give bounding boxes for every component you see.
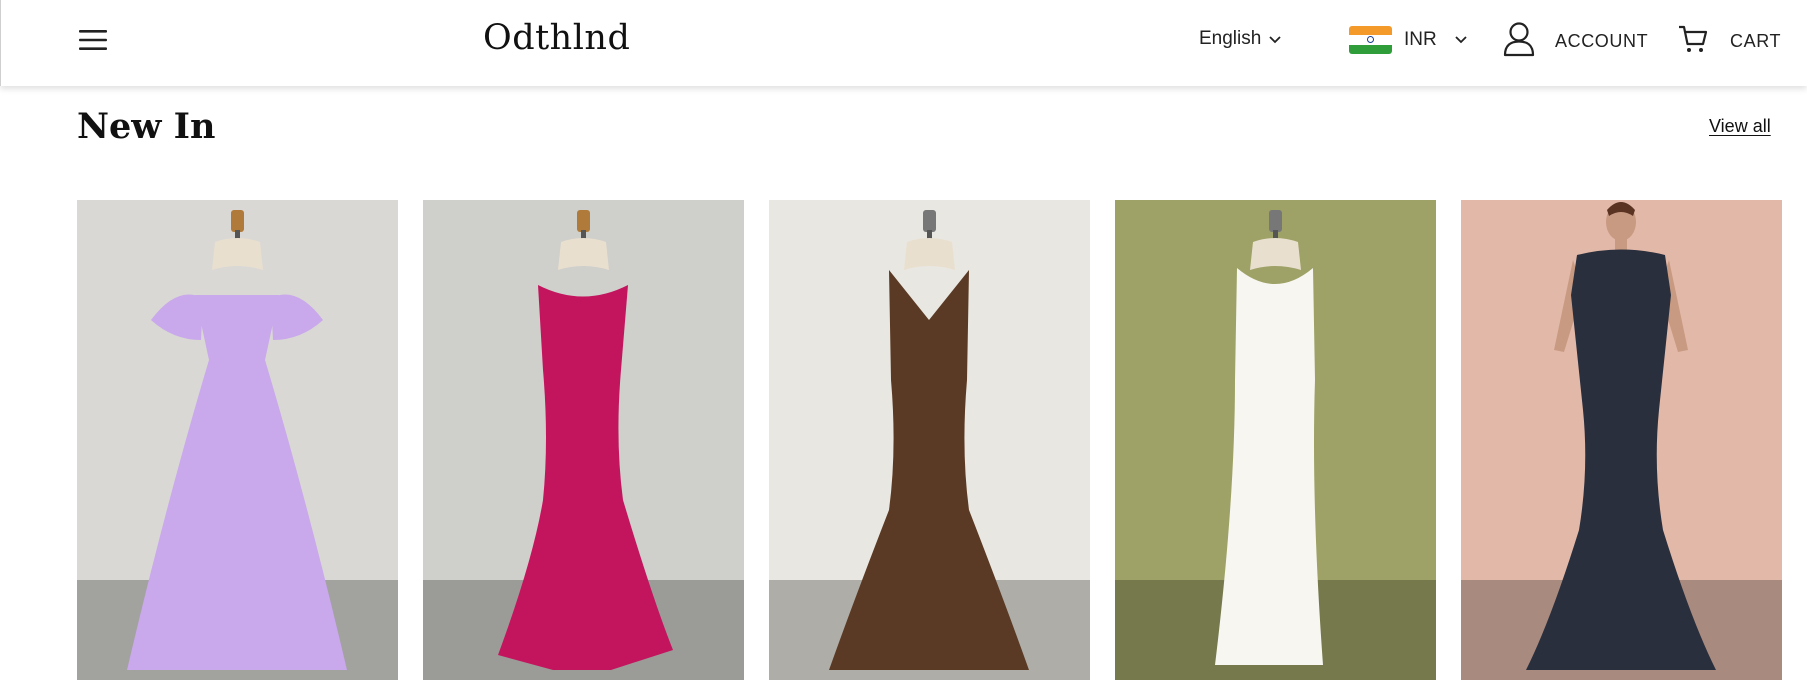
language-selector[interactable]: English <box>1199 28 1281 50</box>
dress-image <box>1115 200 1436 680</box>
dress-image <box>423 200 744 680</box>
cart-icon <box>1678 24 1708 59</box>
product-card[interactable] <box>1115 200 1436 680</box>
dress-image <box>77 200 398 680</box>
india-flag-icon <box>1349 26 1392 54</box>
account-label: ACCOUNT <box>1555 31 1649 51</box>
user-icon <box>1503 21 1535 62</box>
currency-selector[interactable]: INR <box>1349 26 1467 54</box>
product-card[interactable] <box>769 200 1090 680</box>
cart-label: CART <box>1730 31 1782 51</box>
hamburger-menu-icon[interactable] <box>77 26 109 54</box>
dress-image <box>1461 200 1782 680</box>
chevron-down-icon <box>1455 31 1467 49</box>
product-card[interactable] <box>1461 200 1782 680</box>
view-all-link[interactable]: View all <box>1709 116 1771 137</box>
product-card[interactable] <box>77 200 398 680</box>
product-card[interactable] <box>423 200 744 680</box>
cart-link[interactable]: CART <box>1678 24 1781 59</box>
dress-image <box>769 200 1090 680</box>
language-label: English <box>1199 28 1262 49</box>
account-link[interactable]: ACCOUNT <box>1503 21 1648 62</box>
currency-code: INR <box>1404 29 1437 50</box>
site-logo[interactable]: Odthlnd <box>483 18 630 58</box>
chevron-down-icon <box>1269 28 1281 50</box>
section-title: New In <box>77 106 216 147</box>
product-grid <box>77 200 1782 685</box>
site-header: Odthlnd English INR ACCOUNT CART <box>0 0 1807 86</box>
